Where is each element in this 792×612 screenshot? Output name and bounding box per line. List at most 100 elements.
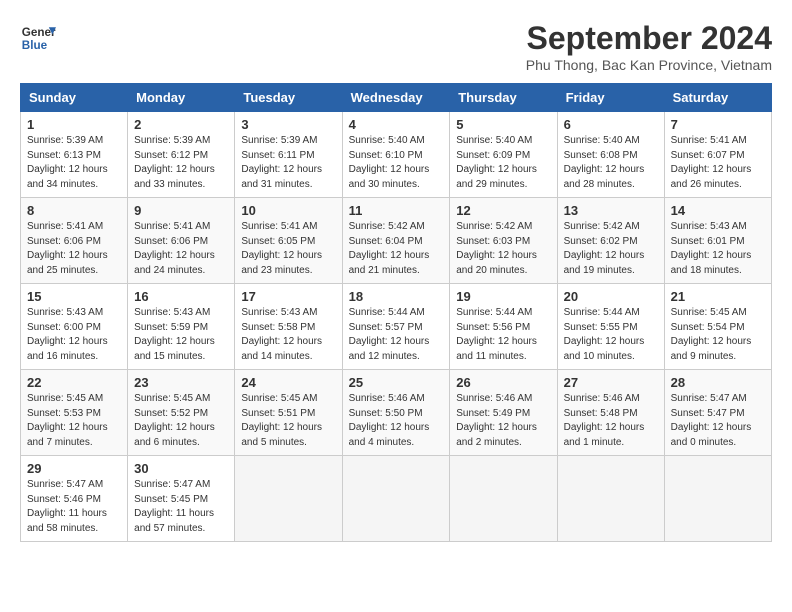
table-cell: 22 Sunrise: 5:45 AM Sunset: 5:53 PM Dayli… bbox=[21, 370, 128, 456]
day-number: 28 bbox=[671, 375, 765, 390]
table-cell: 23 Sunrise: 5:45 AM Sunset: 5:52 PM Dayli… bbox=[128, 370, 235, 456]
table-cell: 6Sunrise: 5:40 AM Sunset: 6:08 PM Daylig… bbox=[557, 112, 664, 198]
day-number: 1 bbox=[27, 117, 121, 132]
table-cell: 27 Sunrise: 5:46 AM Sunset: 5:48 PM Dayli… bbox=[557, 370, 664, 456]
logo-icon: General Blue bbox=[20, 20, 56, 56]
calendar-row: 1 Sunrise: 5:39 AM Sunset: 6:13 PM Daylig… bbox=[21, 112, 772, 198]
table-cell: 26 Sunrise: 5:46 AM Sunset: 5:49 PM Dayli… bbox=[450, 370, 557, 456]
day-number: 25 bbox=[349, 375, 444, 390]
table-cell: 12 Sunrise: 5:42 AM Sunset: 6:03 PM Dayli… bbox=[450, 198, 557, 284]
day-number: 29 bbox=[27, 461, 121, 476]
table-cell: 20 Sunrise: 5:44 AM Sunset: 5:55 PM Dayli… bbox=[557, 284, 664, 370]
table-cell: 16 Sunrise: 5:43 AM Sunset: 5:59 PM Dayli… bbox=[128, 284, 235, 370]
location-subtitle: Phu Thong, Bac Kan Province, Vietnam bbox=[526, 57, 772, 73]
day-info: Sunrise: 5:41 AM Sunset: 6:05 PM Dayligh… bbox=[241, 220, 335, 278]
table-cell: 24 Sunrise: 5:45 AM Sunset: 5:51 PM Dayli… bbox=[235, 370, 342, 456]
day-info: Sunrise: 5:46 AM Sunset: 5:48 PM Dayligh… bbox=[564, 392, 658, 450]
day-info: Sunrise: 5:44 AM Sunset: 5:56 PM Dayligh… bbox=[456, 306, 550, 364]
day-info: Sunrise: 5:46 AM Sunset: 5:49 PM Dayligh… bbox=[456, 392, 550, 450]
day-info: Sunrise: 5:44 AM Sunset: 5:57 PM Dayligh… bbox=[349, 306, 444, 364]
day-info: Sunrise: 5:45 AM Sunset: 5:54 PM Dayligh… bbox=[671, 306, 765, 364]
svg-text:Blue: Blue bbox=[22, 39, 48, 52]
day-info: Sunrise: 5:42 AM Sunset: 6:02 PM Dayligh… bbox=[564, 220, 658, 278]
table-cell: 29 Sunrise: 5:47 AM Sunset: 5:46 PM Dayli… bbox=[21, 456, 128, 542]
table-cell: 2 Sunrise: 5:39 AM Sunset: 6:12 PM Daylig… bbox=[128, 112, 235, 198]
day-info: Sunrise: 5:46 AM Sunset: 5:50 PM Dayligh… bbox=[349, 392, 444, 450]
table-cell: 5 Sunrise: 5:40 AM Sunset: 6:09 PM Daylig… bbox=[450, 112, 557, 198]
table-cell: 10 Sunrise: 5:41 AM Sunset: 6:05 PM Dayli… bbox=[235, 198, 342, 284]
day-number: 14 bbox=[671, 203, 765, 218]
day-number: 2 bbox=[134, 117, 228, 132]
day-info: Sunrise: 5:39 AM Sunset: 6:13 PM Dayligh… bbox=[27, 134, 121, 192]
day-number: 7 bbox=[671, 117, 765, 132]
col-thursday: Thursday bbox=[450, 84, 557, 112]
day-info: Sunrise: 5:47 AM Sunset: 5:45 PM Dayligh… bbox=[134, 478, 228, 536]
col-sunday: Sunday bbox=[21, 84, 128, 112]
col-saturday: Saturday bbox=[664, 84, 771, 112]
table-cell: 11 Sunrise: 5:42 AM Sunset: 6:04 PM Dayli… bbox=[342, 198, 450, 284]
day-number: 20 bbox=[564, 289, 658, 304]
day-number: 12 bbox=[456, 203, 550, 218]
table-cell: 17Sunrise: 5:43 AM Sunset: 5:58 PM Dayli… bbox=[235, 284, 342, 370]
day-number: 8 bbox=[27, 203, 121, 218]
day-number: 26 bbox=[456, 375, 550, 390]
day-number: 23 bbox=[134, 375, 228, 390]
table-cell bbox=[664, 456, 771, 542]
table-cell: 4 Sunrise: 5:40 AM Sunset: 6:10 PM Daylig… bbox=[342, 112, 450, 198]
day-number: 5 bbox=[456, 117, 550, 132]
day-info: Sunrise: 5:45 AM Sunset: 5:52 PM Dayligh… bbox=[134, 392, 228, 450]
day-info: Sunrise: 5:45 AM Sunset: 5:53 PM Dayligh… bbox=[27, 392, 121, 450]
table-cell: 9Sunrise: 5:41 AM Sunset: 6:06 PM Daylig… bbox=[128, 198, 235, 284]
calendar-row: 15Sunrise: 5:43 AM Sunset: 6:00 PM Dayli… bbox=[21, 284, 772, 370]
table-cell: 3Sunrise: 5:39 AM Sunset: 6:11 PM Daylig… bbox=[235, 112, 342, 198]
col-monday: Monday bbox=[128, 84, 235, 112]
day-info: Sunrise: 5:47 AM Sunset: 5:47 PM Dayligh… bbox=[671, 392, 765, 450]
day-info: Sunrise: 5:42 AM Sunset: 6:04 PM Dayligh… bbox=[349, 220, 444, 278]
day-number: 11 bbox=[349, 203, 444, 218]
month-year-title: September 2024 bbox=[526, 20, 772, 57]
day-info: Sunrise: 5:39 AM Sunset: 6:11 PM Dayligh… bbox=[241, 134, 335, 192]
day-info: Sunrise: 5:39 AM Sunset: 6:12 PM Dayligh… bbox=[134, 134, 228, 192]
day-info: Sunrise: 5:43 AM Sunset: 5:59 PM Dayligh… bbox=[134, 306, 228, 364]
col-wednesday: Wednesday bbox=[342, 84, 450, 112]
day-info: Sunrise: 5:42 AM Sunset: 6:03 PM Dayligh… bbox=[456, 220, 550, 278]
calendar-row: 8 Sunrise: 5:41 AM Sunset: 6:06 PM Daylig… bbox=[21, 198, 772, 284]
table-cell: 19Sunrise: 5:44 AM Sunset: 5:56 PM Dayli… bbox=[450, 284, 557, 370]
calendar-header-row: Sunday Monday Tuesday Wednesday Thursday… bbox=[21, 84, 772, 112]
day-info: Sunrise: 5:40 AM Sunset: 6:09 PM Dayligh… bbox=[456, 134, 550, 192]
day-info: Sunrise: 5:43 AM Sunset: 5:58 PM Dayligh… bbox=[241, 306, 335, 364]
table-cell: 14 Sunrise: 5:43 AM Sunset: 6:01 PM Dayli… bbox=[664, 198, 771, 284]
day-number: 21 bbox=[671, 289, 765, 304]
table-cell: 21 Sunrise: 5:45 AM Sunset: 5:54 PM Dayli… bbox=[664, 284, 771, 370]
title-area: September 2024 Phu Thong, Bac Kan Provin… bbox=[526, 20, 772, 73]
day-number: 22 bbox=[27, 375, 121, 390]
table-cell bbox=[235, 456, 342, 542]
day-number: 15 bbox=[27, 289, 121, 304]
table-cell: 18 Sunrise: 5:44 AM Sunset: 5:57 PM Dayli… bbox=[342, 284, 450, 370]
logo: General Blue bbox=[20, 20, 56, 56]
table-cell: 25 Sunrise: 5:46 AM Sunset: 5:50 PM Dayli… bbox=[342, 370, 450, 456]
table-cell: 8 Sunrise: 5:41 AM Sunset: 6:06 PM Daylig… bbox=[21, 198, 128, 284]
day-number: 30 bbox=[134, 461, 228, 476]
day-info: Sunrise: 5:40 AM Sunset: 6:10 PM Dayligh… bbox=[349, 134, 444, 192]
day-number: 6 bbox=[564, 117, 658, 132]
day-number: 18 bbox=[349, 289, 444, 304]
calendar-table: Sunday Monday Tuesday Wednesday Thursday… bbox=[20, 83, 772, 542]
day-info: Sunrise: 5:41 AM Sunset: 6:06 PM Dayligh… bbox=[27, 220, 121, 278]
day-number: 24 bbox=[241, 375, 335, 390]
table-cell bbox=[557, 456, 664, 542]
day-info: Sunrise: 5:44 AM Sunset: 5:55 PM Dayligh… bbox=[564, 306, 658, 364]
day-number: 16 bbox=[134, 289, 228, 304]
day-info: Sunrise: 5:43 AM Sunset: 6:01 PM Dayligh… bbox=[671, 220, 765, 278]
day-info: Sunrise: 5:47 AM Sunset: 5:46 PM Dayligh… bbox=[27, 478, 121, 536]
header: General Blue September 2024 Phu Thong, B… bbox=[20, 20, 772, 73]
day-number: 4 bbox=[349, 117, 444, 132]
day-number: 10 bbox=[241, 203, 335, 218]
day-number: 9 bbox=[134, 203, 228, 218]
day-number: 27 bbox=[564, 375, 658, 390]
table-cell: 28 Sunrise: 5:47 AM Sunset: 5:47 PM Dayli… bbox=[664, 370, 771, 456]
col-friday: Friday bbox=[557, 84, 664, 112]
table-cell: 1 Sunrise: 5:39 AM Sunset: 6:13 PM Daylig… bbox=[21, 112, 128, 198]
calendar-row: 22 Sunrise: 5:45 AM Sunset: 5:53 PM Dayli… bbox=[21, 370, 772, 456]
day-info: Sunrise: 5:45 AM Sunset: 5:51 PM Dayligh… bbox=[241, 392, 335, 450]
